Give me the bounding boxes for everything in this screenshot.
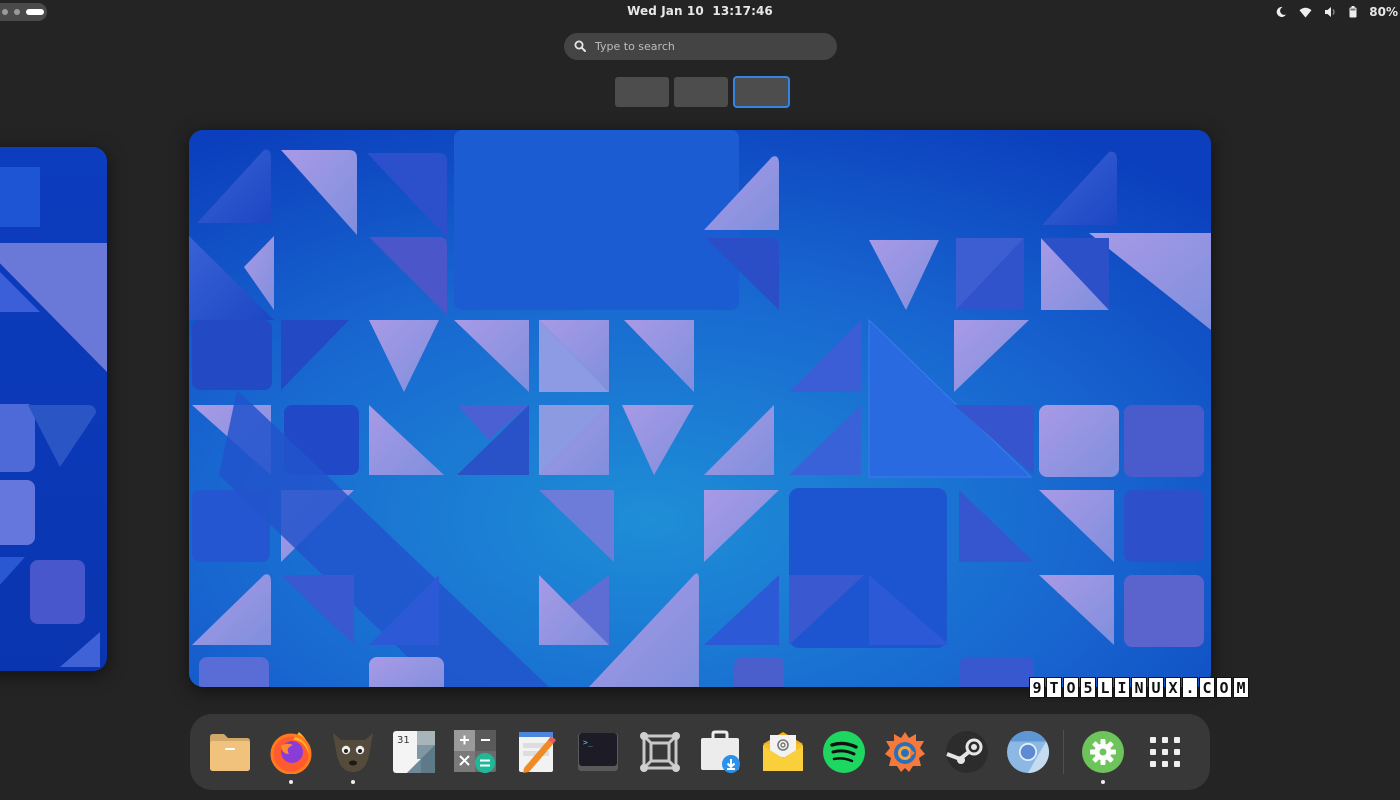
watermark-char: U (1148, 677, 1164, 698)
wifi-icon (1299, 7, 1312, 18)
dock-item-gimp[interactable] (331, 730, 375, 784)
clock-date: Wed Jan 10 (627, 4, 704, 18)
dock-item-software[interactable] (699, 730, 743, 774)
dock-item-firefox[interactable] (269, 730, 313, 784)
wallpaper-left (0, 147, 107, 671)
dock-separator (1063, 730, 1065, 774)
gimp-icon (332, 733, 373, 772)
watermark-9to5linux: 9 T O 5 L I N U X . C O M (1029, 677, 1249, 698)
chromium-icon (1007, 731, 1050, 773)
mail-icon (762, 732, 803, 771)
watermark-char: 9 (1029, 677, 1045, 698)
watermark-char: 5 (1080, 677, 1096, 698)
terminal-icon: >_ (578, 733, 619, 771)
folder-icon (210, 734, 250, 771)
top-bar: Wed Jan 10 13:17:46 80% (0, 0, 1400, 24)
software-icon (701, 730, 741, 773)
watermark-char: L (1097, 677, 1113, 698)
battery-icon (1349, 6, 1357, 18)
svg-text:31: 31 (397, 735, 410, 746)
running-indicator (289, 780, 294, 784)
watermark-char: O (1063, 677, 1079, 698)
workspace-thumbnail-1[interactable] (615, 77, 669, 107)
dock-item-chromium[interactable] (1006, 730, 1050, 774)
system-status-menu[interactable]: 80% (1275, 3, 1400, 21)
battery-percent: 80% (1369, 5, 1398, 19)
watermark-char: X (1165, 677, 1181, 698)
dock-item-calendar[interactable]: 31 (392, 730, 436, 774)
workspace-thumbnail-2[interactable] (674, 77, 728, 107)
volume-icon (1324, 6, 1337, 18)
dock-item-text-editor[interactable] (515, 730, 559, 774)
clock[interactable]: Wed Jan 10 13:17:46 (0, 4, 1400, 18)
watermark-char: C (1199, 677, 1215, 698)
search-bar[interactable] (564, 33, 837, 60)
dock-item-steam[interactable] (945, 730, 989, 774)
search-input[interactable] (595, 40, 815, 53)
watermark-char: N (1131, 677, 1147, 698)
svg-text:>_: >_ (583, 738, 593, 747)
firefox-icon (270, 732, 312, 774)
watermark-char: O (1216, 677, 1232, 698)
app-grid-icon (1149, 737, 1180, 767)
dock-item-files[interactable] (208, 730, 252, 774)
dock-item-mail[interactable] (761, 730, 805, 774)
dock-item-spotify[interactable] (822, 730, 866, 774)
watermark-char: . (1182, 677, 1198, 698)
moon-icon (1275, 6, 1287, 18)
dock-item-settings[interactable] (1081, 730, 1125, 784)
xnview-icon (885, 732, 926, 772)
text-editor-icon (518, 732, 556, 773)
spotify-icon (822, 731, 865, 773)
watermark-char: T (1046, 677, 1062, 698)
settings-icon (1082, 731, 1125, 773)
workspace-preview-current[interactable] (189, 130, 1211, 687)
calendar-icon: 31 (393, 731, 436, 773)
search-icon (574, 37, 586, 56)
dock-item-boxes[interactable] (638, 730, 682, 774)
dock: 31 >_ (190, 714, 1210, 790)
running-indicator (350, 780, 355, 784)
boxes-icon (639, 732, 680, 772)
wallpaper (189, 130, 1211, 687)
dock-item-show-apps[interactable] (1143, 730, 1187, 774)
workspace-thumbnails (615, 76, 790, 108)
workspace-preview-previous[interactable] (0, 147, 107, 671)
clock-time: 13:17:46 (712, 4, 773, 18)
watermark-char: I (1114, 677, 1130, 698)
calculator-icon (453, 730, 496, 773)
running-indicator (1101, 780, 1106, 784)
dock-item-calculator[interactable] (453, 730, 498, 774)
workspace-thumbnail-3-active[interactable] (733, 76, 790, 108)
dock-item-terminal[interactable]: >_ (576, 730, 620, 774)
dock-item-xnview[interactable] (883, 730, 927, 774)
steam-icon (945, 731, 988, 773)
watermark-char: M (1233, 677, 1249, 698)
